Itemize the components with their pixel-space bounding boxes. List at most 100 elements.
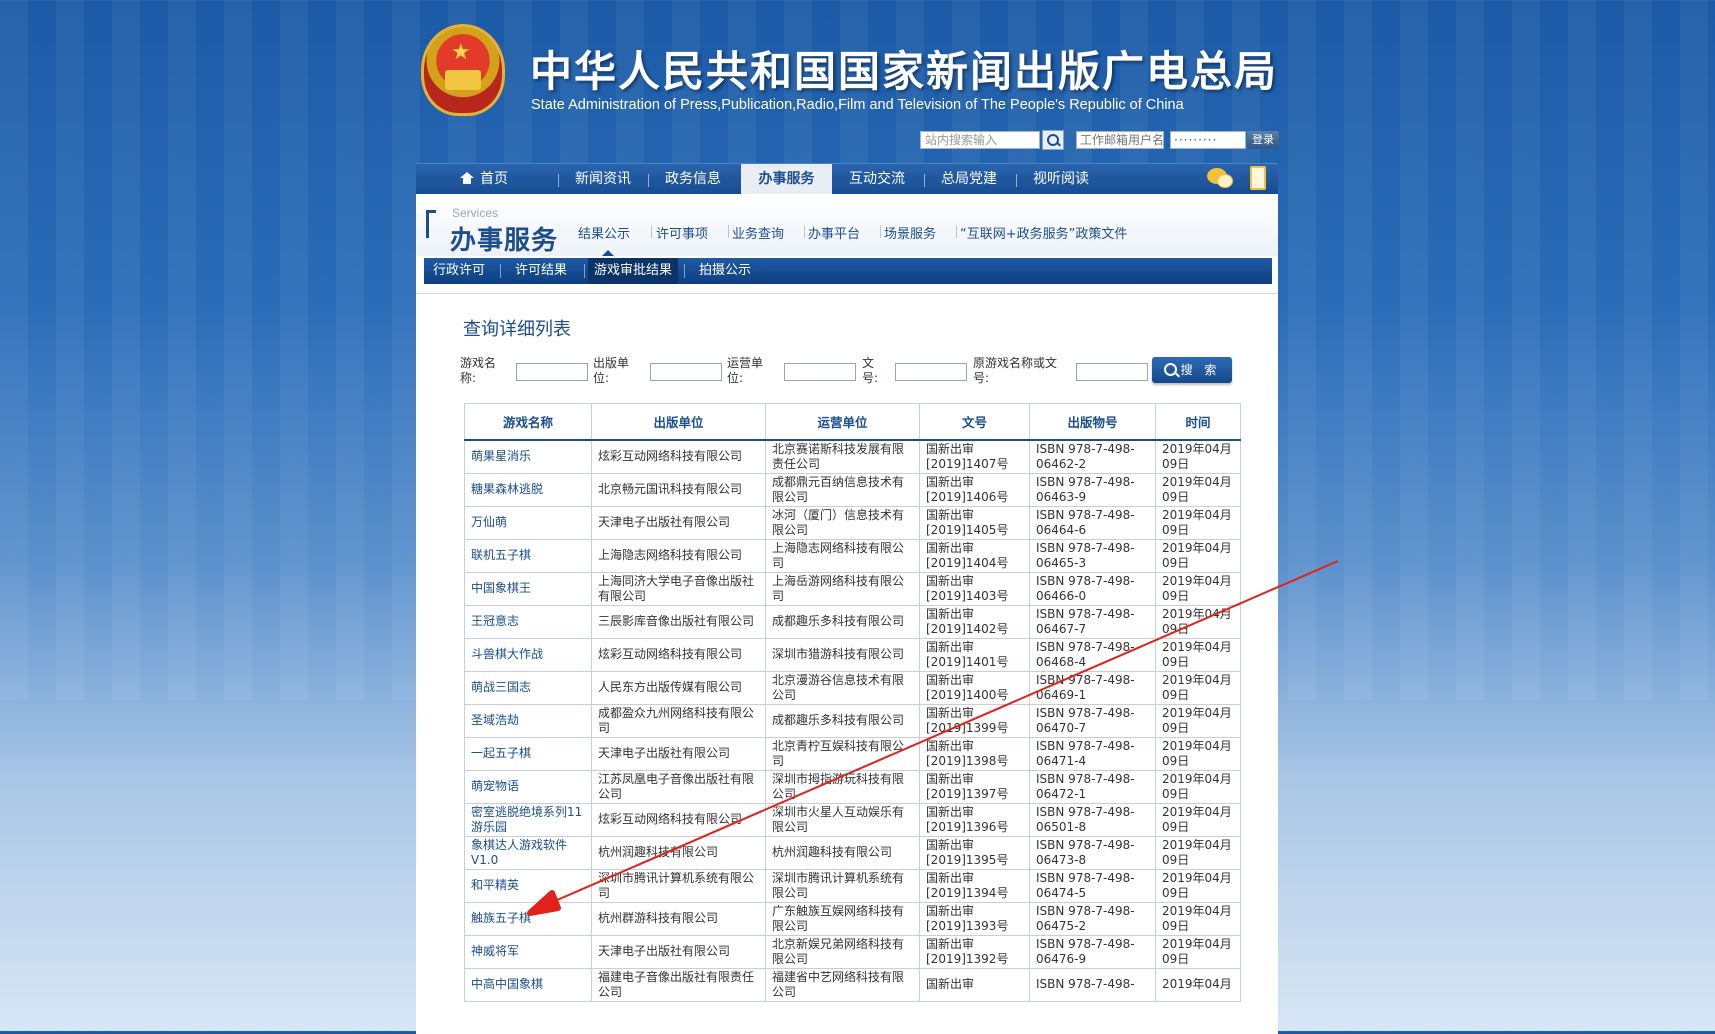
sublink-policy[interactable]: “互联网+政务服务”政策文件 — [960, 223, 1127, 242]
login-button[interactable]: 登录 — [1247, 131, 1279, 149]
nav-item-av-reading[interactable]: 视听阅读 — [1022, 164, 1100, 195]
mobile-icon[interactable] — [1250, 166, 1266, 190]
publisher-cell: 福建电子音像出版社有限责任公司 — [591, 967, 766, 1002]
publisher-cell: 成都盈众九州网络科技有限公司 — [591, 703, 766, 738]
doc-no-input[interactable] — [895, 363, 967, 381]
original-name-input[interactable] — [1076, 363, 1148, 381]
wechat-icon[interactable] — [1207, 168, 1233, 188]
operator-cell: 北京新娱兄弟网络科技有限公司 — [765, 934, 920, 969]
table-row: 糖果森林逃脱 北京畅元国讯科技有限公司 成都鼎元百纳信息技术有限公司 国新出审[201… — [464, 472, 1241, 507]
date-cell: 2019年04月 — [1155, 967, 1241, 1002]
sublink-query[interactable]: 业务查询 — [732, 223, 784, 242]
publisher-cell: 天津电子出版社有限公司 — [591, 505, 766, 540]
doc-no-cell: 国新出审[2019]1399号 — [919, 703, 1030, 738]
sublink-permits[interactable]: 许可事项 — [656, 223, 708, 242]
nav-item-gov-info[interactable]: 政务信息 — [654, 164, 732, 195]
nav-item-interaction[interactable]: 互动交流 — [838, 164, 916, 195]
sublink-results[interactable]: 结果公示 — [578, 223, 630, 242]
tab-admin-permit[interactable]: 行政许可 — [424, 258, 494, 284]
date-cell: 2019年04月09日 — [1155, 934, 1241, 969]
operator-cell: 广东触族互娱网络科技有限公司 — [765, 901, 920, 936]
operator-cell: 上海岳游网络科技有限公司 — [765, 571, 920, 606]
date-cell: 2019年04月09日 — [1155, 769, 1241, 804]
game-name-link[interactable]: 万仙萌 — [464, 505, 592, 540]
game-name-link[interactable]: 糖果森林逃脱 — [464, 472, 592, 507]
doc-no-cell: 国新出审[2019]1394号 — [919, 868, 1030, 903]
publisher-cell: 上海同济大学电子音像出版社有限公司 — [591, 571, 766, 606]
mail-username-field[interactable]: 工作邮箱用户名 — [1076, 131, 1164, 149]
game-name-link[interactable]: 联机五子棋 — [464, 538, 592, 573]
sublink-scenes[interactable]: 场景服务 — [884, 223, 936, 242]
nav-item-home[interactable]: 首页 — [438, 164, 530, 195]
date-cell: 2019年04月09日 — [1155, 472, 1241, 507]
game-name-link[interactable]: 密室逃脱绝境系列11游乐园 — [464, 802, 592, 837]
sublink-divider — [880, 225, 881, 238]
doc-no-cell: 国新出审[2019]1397号 — [919, 769, 1030, 804]
operator-cell: 北京青柠互娱科技有限公司 — [765, 736, 920, 771]
date-cell: 2019年04月09日 — [1155, 802, 1241, 837]
tab-divider — [684, 264, 685, 278]
table-row: 神威将军 天津电子出版社有限公司 北京新娱兄弟网络科技有限公司 国新出审[2019]1… — [464, 934, 1241, 969]
table-row: 圣域浩劫 成都盈众九州网络科技有限公司 成都趣乐多科技有限公司 国新出审[2019]1… — [464, 703, 1241, 738]
isbn-cell: ISBN 978-7-498-06473-8 — [1029, 835, 1156, 870]
publisher-cell: 天津电子出版社有限公司 — [591, 736, 766, 771]
game-name-link[interactable]: 斗兽棋大作战 — [464, 637, 592, 672]
site-search-input[interactable]: 站内搜索输入 — [920, 131, 1040, 149]
game-name-link[interactable]: 萌战三国志 — [464, 670, 592, 705]
operator-cell: 成都趣乐多科技有限公司 — [765, 703, 920, 738]
search-icon[interactable] — [1042, 130, 1064, 150]
isbn-cell: ISBN 978-7-498-06467-7 — [1029, 604, 1156, 639]
operator-input[interactable] — [784, 363, 856, 381]
operator-cell: 深圳市拇指游玩科技有限公司 — [765, 769, 920, 804]
section-title-en: Services — [452, 206, 499, 220]
tab-game-approval[interactable]: 游戏审批结果 — [588, 258, 678, 284]
isbn-cell: ISBN 978-7-498-06501-8 — [1029, 802, 1156, 837]
nav-divider — [558, 174, 559, 187]
game-name-link[interactable]: 象棋达人游戏软件V1.0 — [464, 835, 592, 870]
table-row: 斗兽棋大作战 炫彩互动网络科技有限公司 深圳市猎游科技有限公司 国新出审[2019]1… — [464, 637, 1241, 672]
tab-filming[interactable]: 拍摄公示 — [690, 258, 760, 284]
publisher-cell: 上海隐志网络科技有限公司 — [591, 538, 766, 573]
table-row: 和平精英 深圳市腾讯计算机系统有限公司 深圳市腾讯计算机系统有限公司 国新出审[201… — [464, 868, 1241, 903]
doc-no-cell: 国新出审[2019]1403号 — [919, 571, 1030, 606]
game-name-link[interactable]: 圣域浩劫 — [464, 703, 592, 738]
doc-no-cell: 国新出审[2019]1404号 — [919, 538, 1030, 573]
game-name-link[interactable]: 王冠意志 — [464, 604, 592, 639]
table-row: 萌果星消乐 炫彩互动网络科技有限公司 北京赛诺斯科技发展有限责任公司 国新出审[201… — [464, 439, 1241, 474]
nav-item-news[interactable]: 新闻资讯 — [564, 164, 642, 195]
game-name-link[interactable]: 神威将军 — [464, 934, 592, 969]
game-name-link[interactable]: 中高中国象棋 — [464, 967, 592, 1002]
operator-cell: 成都鼎元百纳信息技术有限公司 — [765, 472, 920, 507]
game-name-link[interactable]: 萌宠物语 — [464, 769, 592, 804]
filter-label-publisher: 出版单位: — [593, 356, 630, 385]
filter-label-original: 原游戏名称或文号: — [973, 356, 1058, 385]
game-name-link[interactable]: 中国象棋王 — [464, 571, 592, 606]
home-icon — [460, 172, 474, 184]
game-name-link[interactable]: 触族五子棋 — [464, 901, 592, 936]
nav-item-party[interactable]: 总局党建 — [930, 164, 1008, 195]
isbn-cell: ISBN 978-7-498-06470-7 — [1029, 703, 1156, 738]
date-cell: 2019年04月09日 — [1155, 505, 1241, 540]
tab-permit-results[interactable]: 许可结果 — [506, 258, 576, 284]
sublink-platform[interactable]: 办事平台 — [808, 223, 860, 242]
sublink-divider — [956, 225, 957, 238]
table-row: 联机五子棋 上海隐志网络科技有限公司 上海隐志网络科技有限公司 国新出审[2019]1… — [464, 538, 1241, 573]
mail-password-field[interactable]: ········· — [1170, 131, 1246, 149]
nav-item-services[interactable]: 办事服务 — [741, 164, 832, 195]
publisher-cell: 江苏凤凰电子音像出版社有限公司 — [591, 769, 766, 804]
table-row: 王冠意志 三辰影库音像出版社有限公司 成都趣乐多科技有限公司 国新出审[2019]14… — [464, 604, 1241, 639]
game-name-link[interactable]: 萌果星消乐 — [464, 439, 592, 474]
isbn-cell: ISBN 978-7-498-06469-1 — [1029, 670, 1156, 705]
publisher-input[interactable] — [650, 363, 722, 381]
date-cell: 2019年04月09日 — [1155, 868, 1241, 903]
search-icon — [1163, 363, 1177, 376]
national-emblem-icon: ★ — [421, 24, 505, 116]
game-name-link[interactable]: 一起五子棋 — [464, 736, 592, 771]
publisher-cell: 杭州群游科技有限公司 — [591, 901, 766, 936]
doc-no-cell: 国新出审[2019]1401号 — [919, 637, 1030, 672]
publisher-cell: 天津电子出版社有限公司 — [591, 934, 766, 969]
isbn-cell: ISBN 978-7-498-06471-4 — [1029, 736, 1156, 771]
game-name-link[interactable]: 和平精英 — [464, 868, 592, 903]
search-button[interactable]: 搜 索 — [1152, 357, 1232, 383]
game-name-input[interactable] — [516, 363, 588, 381]
